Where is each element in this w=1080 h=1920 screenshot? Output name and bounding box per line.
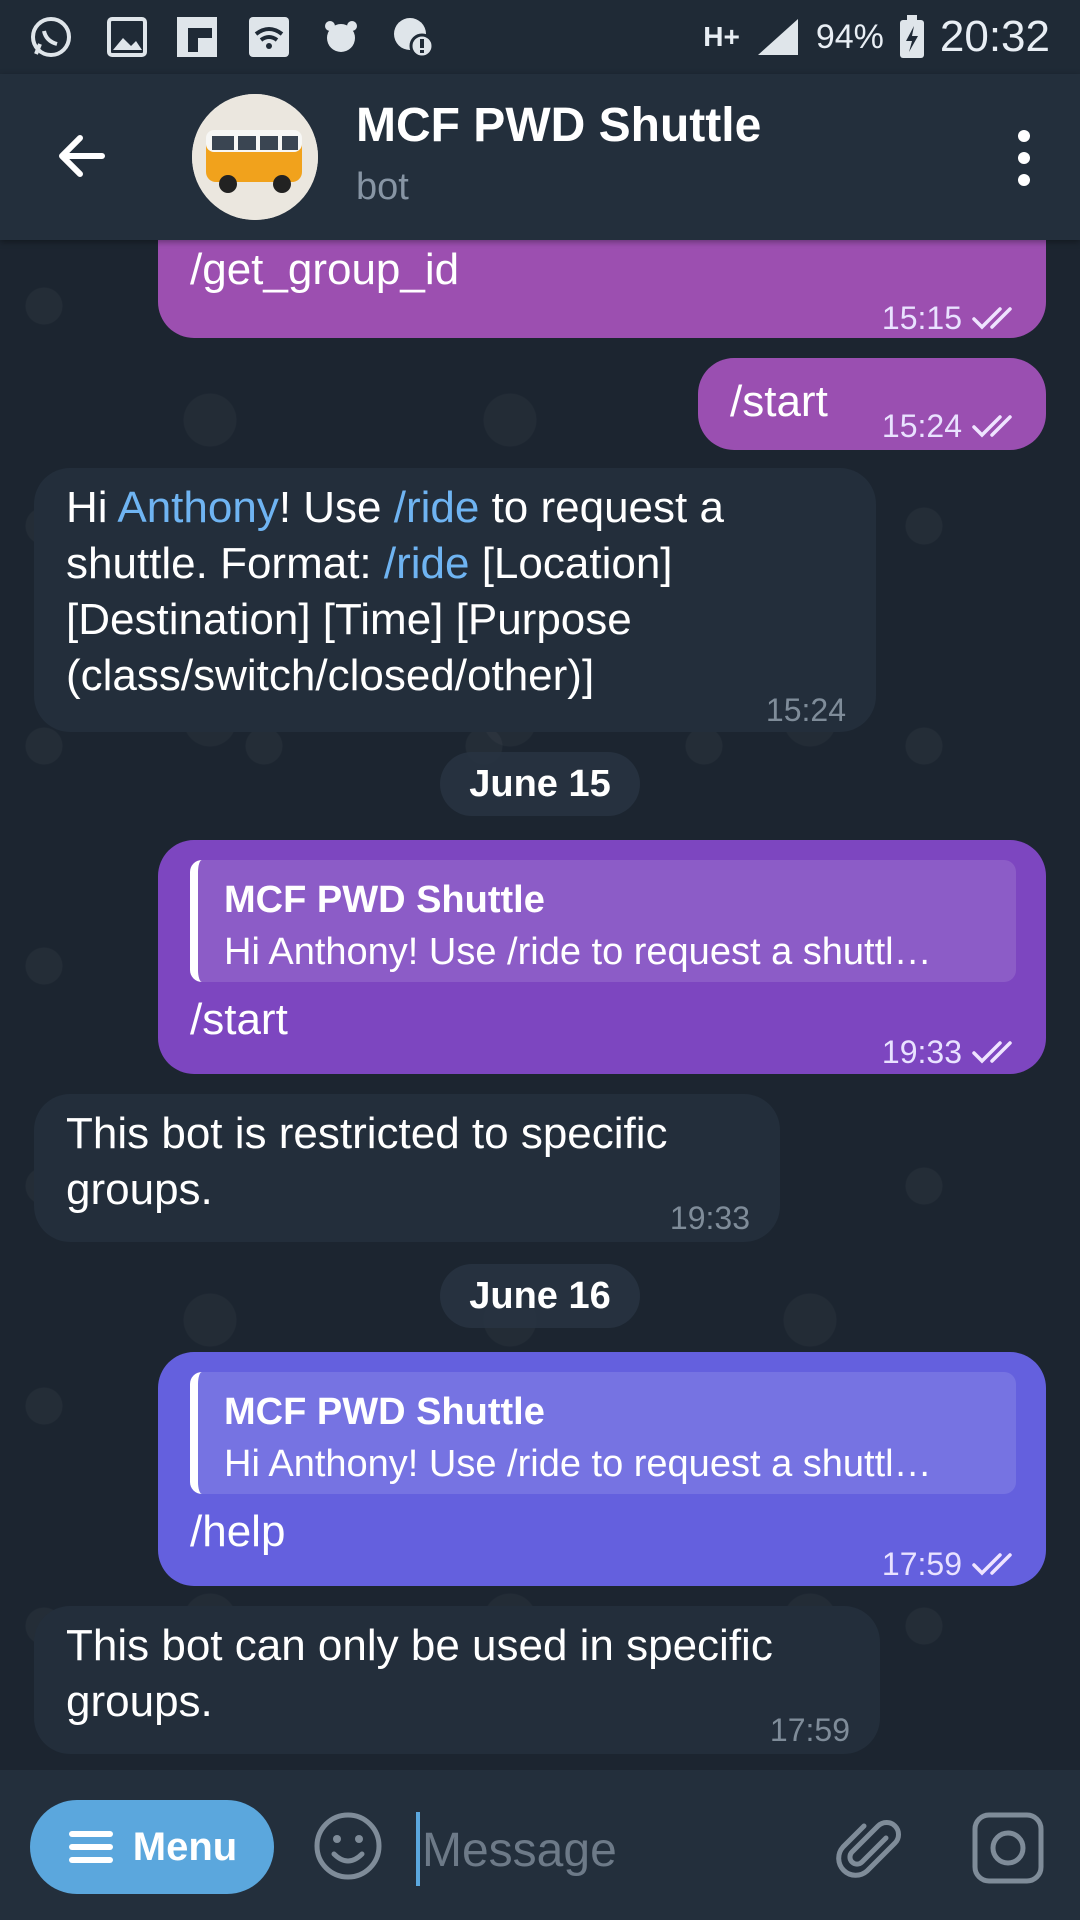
command-link[interactable]: /ride [394,483,480,532]
camera-icon[interactable] [970,1810,1046,1886]
incoming-message[interactable]: Hi Anthony! Use /ride to request a shutt… [34,468,876,732]
message-text: This bot is restricted to specific group… [66,1109,668,1214]
status-right: H+ 94% 20:32 [703,0,1050,74]
message-meta: 15:15 [882,290,1022,346]
mention-link[interactable]: Anthony [117,483,278,532]
reply-quote[interactable]: MCF PWD Shuttle Hi Anthony! Use /ride to… [190,1372,1016,1494]
text-part: ! Use [278,483,394,532]
whatsapp-icon [31,17,71,57]
message-meta: 19:33 [882,1024,1022,1080]
message-text: /start [730,377,828,426]
double-check-icon [972,307,1012,330]
bus-icon [192,94,318,220]
wifi-box-icon [249,17,289,57]
reply-author: MCF PWD Shuttle [224,1391,545,1433]
chat-header: MCF PWD Shuttle bot [0,74,1080,240]
hamburger-icon [68,1831,113,1863]
outgoing-message[interactable]: MCF PWD Shuttle Hi Anthony! Use /ride to… [158,1352,1046,1586]
double-check-icon [972,415,1012,438]
flipboard-icon [177,17,217,57]
message-input[interactable] [420,1814,804,1886]
message-meta: 15:24 [882,398,1022,454]
incoming-message[interactable]: This bot can only be used in specific gr… [34,1606,880,1754]
gallery-icon [107,17,147,57]
message-time: 15:15 [881,300,962,336]
reply-author: MCF PWD Shuttle [224,879,545,921]
message-time: 17:59 [881,1546,962,1582]
clock: 20:32 [939,12,1050,61]
battery-charging-icon [899,15,924,58]
message-text: Hi Anthony! Use /ride to request a shutt… [66,480,856,704]
chat-subtitle: bot [356,166,409,208]
message-time: 15:24 [881,408,962,444]
menu-label: Menu [132,1824,238,1869]
outgoing-message[interactable]: /start 15:24 [698,358,1046,450]
chat-title[interactable]: MCF PWD Shuttle [356,98,761,153]
double-check-icon [972,1553,1012,1576]
text-part: Hi [66,483,118,532]
app-notification-icon [325,21,357,52]
network-type: H+ [703,21,740,52]
date-separator: June 15 [440,752,640,816]
battery-percent: 94% [815,17,884,56]
message-meta: 17:59 [882,1536,1022,1592]
more-options-icon[interactable] [1012,126,1036,190]
double-check-icon [972,1041,1012,1064]
message-text: /start [190,995,288,1044]
back-arrow-icon[interactable] [52,126,112,186]
message-composer: Menu [0,1770,1080,1920]
message-time: 19:33 [669,1200,750,1236]
outgoing-message[interactable]: /get_group_id 15:15 [158,240,1046,338]
message-time: 17:59 [769,1712,850,1748]
incoming-message[interactable]: This bot is restricted to specific group… [34,1094,780,1242]
reply-quote[interactable]: MCF PWD Shuttle Hi Anthony! Use /ride to… [190,860,1016,982]
status-bar: H+ 94% 20:32 [0,0,1080,74]
alert-icon [394,18,435,59]
message-time: 15:24 [765,692,846,728]
reply-preview: Hi Anthony! Use /ride to request a shutt… [224,931,932,973]
command-link[interactable]: /ride [384,539,470,588]
outgoing-message[interactable]: MCF PWD Shuttle Hi Anthony! Use /ride to… [158,840,1046,1074]
message-text: /help [190,1507,286,1556]
emoji-icon[interactable] [312,1810,384,1882]
reply-preview: Hi Anthony! Use /ride to request a shutt… [224,1443,932,1485]
attachment-icon[interactable] [830,1810,904,1884]
bot-menu-button[interactable]: Menu [30,1800,274,1894]
date-separator: June 16 [440,1264,640,1328]
message-time: 19:33 [881,1034,962,1070]
message-text: /get_group_id [190,245,460,294]
signal-icon [757,19,798,55]
message-list[interactable]: /get_group_id 15:15 /start 15:24 Hi Anth… [0,240,1080,1770]
message-text: This bot can only be used in specific gr… [66,1621,773,1726]
bot-avatar[interactable] [192,94,318,220]
